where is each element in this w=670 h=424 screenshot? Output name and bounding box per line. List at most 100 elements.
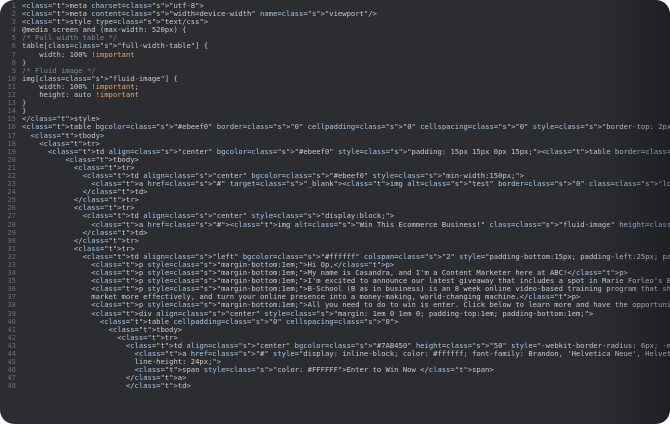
line-text: <class="t">td align=class="s">"center" b… xyxy=(22,171,525,180)
line-text: <class="t">tr> xyxy=(22,333,178,342)
code-line[interactable]: 6 table[class=class="s">"full-width-table… xyxy=(0,42,670,50)
line-text: height: auto !important xyxy=(22,91,139,100)
code-line[interactable]: 39 <class="t">div align=class="s">"cente… xyxy=(0,309,670,318)
code-line[interactable]: 12 height: auto !important xyxy=(0,90,670,100)
code-line[interactable]: 44 <class="t">a href=class="s">"#" style… xyxy=(0,349,670,359)
code-line[interactable]: 34 <class="t">p style=class="s">"margin-… xyxy=(0,268,670,277)
line-text: img[class=class="s">"fluid-image"] { xyxy=(22,74,178,83)
line-number: 8 xyxy=(11,57,16,67)
code-line[interactable]: 1 <class="t">meta charset=class="s">"utf-… xyxy=(0,1,670,10)
line-text: </class="t">style> xyxy=(22,115,100,124)
code-line[interactable]: 8} xyxy=(0,57,670,67)
code-line[interactable]: 45 line-height: 24px;"> xyxy=(0,358,670,366)
code-line[interactable]: 18 <class="t">tr> xyxy=(0,139,670,148)
code-line[interactable]: 31 <class="t">tr> xyxy=(0,244,670,253)
code-line[interactable]: 11 width: 100% !important; xyxy=(0,82,670,91)
code-line[interactable]: 7 width: 100% !important xyxy=(0,49,670,59)
line-text: } xyxy=(22,58,27,67)
line-text: } xyxy=(22,99,27,108)
code-line[interactable]: 5 /* Full width table */ xyxy=(0,34,670,42)
line-number: 7 xyxy=(11,49,16,59)
line-text: market more effectively, and turn your o… xyxy=(22,293,581,302)
code-line[interactable]: 43 <class="t">td align=class="s">"center… xyxy=(0,341,670,350)
line-text: @media screen and (max-width: 520px) { xyxy=(22,26,187,35)
line-text: <class="t">meta charset=class="s">"utf-8… xyxy=(22,2,204,10)
line-text: table[class=class="s">"full-width-table"… xyxy=(22,42,209,51)
code-line[interactable]: 36 <class="t">p style=class="s">"margin-… xyxy=(0,285,670,293)
line-text: <class="t">tbody> xyxy=(22,325,183,334)
line-text: </class="t">tr> xyxy=(22,236,139,245)
code-editor[interactable]: 1 <class="t">meta charset=class="s">"utf-… xyxy=(0,0,670,424)
code-line[interactable]: 38 <class="t">p style=class="s">"margin-… xyxy=(0,301,670,309)
code-line[interactable]: 19 <class="t">td align=class="s">"center… xyxy=(0,147,670,156)
code-line[interactable]: 32 <class="t">td align=class="s">"left" … xyxy=(0,252,670,261)
code-line[interactable]: 27 <class="t">td align=class="s">"center… xyxy=(0,212,670,220)
line-text: line-height: 24px;"> xyxy=(22,358,222,367)
code-line[interactable]: 14} xyxy=(0,107,670,115)
code-line[interactable]: 48 </class="t">td> xyxy=(0,382,670,390)
line-text: <class="t">a href=class="s">"#" style="d… xyxy=(22,350,670,359)
code-line[interactable]: 21 <class="t">tr> xyxy=(0,163,670,172)
line-text: </class="t">td> xyxy=(22,188,148,197)
code-area[interactable]: 1 <class="t">meta charset=class="s">"utf-… xyxy=(0,1,670,391)
code-line[interactable]: 9/* Fluid image */ xyxy=(0,66,670,75)
code-line[interactable]: 42 <class="t">tr> xyxy=(0,333,670,342)
code-line[interactable]: 40 <class="t">table cellpadding=class="s… xyxy=(0,317,670,326)
line-text: </class="t">tr> xyxy=(22,196,139,205)
code-line[interactable]: 25 </class="t">tr> xyxy=(0,196,670,204)
line-text: </class="t">td> xyxy=(22,382,191,391)
code-line[interactable]: 23 <class="t">a href=class="s">"#" targe… xyxy=(0,179,670,189)
line-text: </class="t">td> xyxy=(22,228,148,237)
line-text: width: 100% !important; xyxy=(22,82,139,91)
line-text: <class="t">tr> xyxy=(22,163,135,172)
line-text: <class="t">p style=class="s">"margin-bot… xyxy=(22,277,670,286)
line-text: <class="t">td align=class="s">"center" b… xyxy=(22,147,670,156)
line-number: 3 xyxy=(11,17,16,27)
line-number: 1 xyxy=(11,1,16,10)
line-text: <class="t">td align=class="s">"left" bgc… xyxy=(22,252,670,261)
code-line[interactable]: 46 <class="t">span style=class="s">"colo… xyxy=(0,366,670,374)
line-text: <class="t">a href=class="s">"#"><class="… xyxy=(22,220,670,229)
code-line[interactable]: 20 <class="t">tbody> xyxy=(0,155,670,164)
code-line[interactable]: 22 <class="t">td align=class="s">"center… xyxy=(0,171,670,180)
code-line[interactable]: 15 </class="t">style> xyxy=(0,115,670,123)
line-text: <class="t">td align=class="s">"center" s… xyxy=(22,212,395,221)
line-text: <class="t">a href=class="s">"#" target=c… xyxy=(22,180,670,189)
line-text: <class="t">p style=class="s">"margin-bot… xyxy=(22,301,670,310)
code-line[interactable]: 35 <class="t">p style=class="s">"margin-… xyxy=(0,277,670,285)
code-line[interactable]: 37 market more effectively, and turn you… xyxy=(0,293,670,301)
line-number: 6 xyxy=(11,41,16,51)
code-line[interactable]: 41 <class="t">tbody> xyxy=(0,325,670,334)
line-text: width: 100% !important xyxy=(22,50,135,59)
code-line[interactable]: 10 img[class=class="s">"fluid-image"] { xyxy=(0,74,670,83)
line-text: <class="t">tbody> xyxy=(22,155,139,164)
line-text: <class="t">p style=class="s">"margin-bot… xyxy=(22,285,670,294)
code-line[interactable]: 47 </class="t">a> xyxy=(0,374,670,382)
line-text: <class="t">table bgcolor=class="s">"#ebe… xyxy=(22,123,670,132)
code-line[interactable]: 30 </class="t">tr> xyxy=(0,236,670,245)
code-line[interactable]: 4 @media screen and (max-width: 520px) { xyxy=(0,26,670,34)
code-line[interactable]: 24 </class="t">td> xyxy=(0,188,670,196)
line-number: 4 xyxy=(11,25,16,35)
code-line[interactable]: 3 <class="t">style type=class="s">"text/c… xyxy=(0,18,670,26)
line-text: <class="t">tr> xyxy=(22,139,100,148)
line-text: <class="t">table cellpadding=class="s">"… xyxy=(22,317,399,326)
line-number: 2 xyxy=(11,9,16,19)
code-line[interactable]: 2 <class="t">meta content=class="s">"widt… xyxy=(0,9,670,19)
line-text: <class="t">td align=class="s">"center" b… xyxy=(22,341,670,350)
line-text: </class="t">a> xyxy=(22,374,187,383)
code-line[interactable]: 33 <class="t">p style=class="s">"margin-… xyxy=(0,260,670,269)
line-text: <class="t">p style=class="s">"margin-bot… xyxy=(22,261,395,269)
code-line[interactable]: 17 <class="t">tbody> xyxy=(0,131,670,140)
line-text: <class="t">span style=class="s">"color: … xyxy=(22,366,494,375)
line-text: /* Full width table */ xyxy=(22,34,118,43)
line-text: <class="t">meta content=class="s">"width… xyxy=(22,10,377,19)
code-line[interactable]: 26 <class="t">tr> xyxy=(0,204,670,212)
code-line[interactable]: 16 <class="t">table bgcolor=class="s">"#e… xyxy=(0,123,670,131)
line-text: } xyxy=(22,107,27,116)
code-line[interactable]: 13} xyxy=(0,99,670,107)
code-line[interactable]: 29 </class="t">td> xyxy=(0,228,670,237)
code-line[interactable]: 28 <class="t">a href=class="s">"#"><clas… xyxy=(0,220,670,229)
line-text: <class="t">tr> xyxy=(22,204,135,213)
line-text: <class="t">tbody> xyxy=(22,131,105,140)
